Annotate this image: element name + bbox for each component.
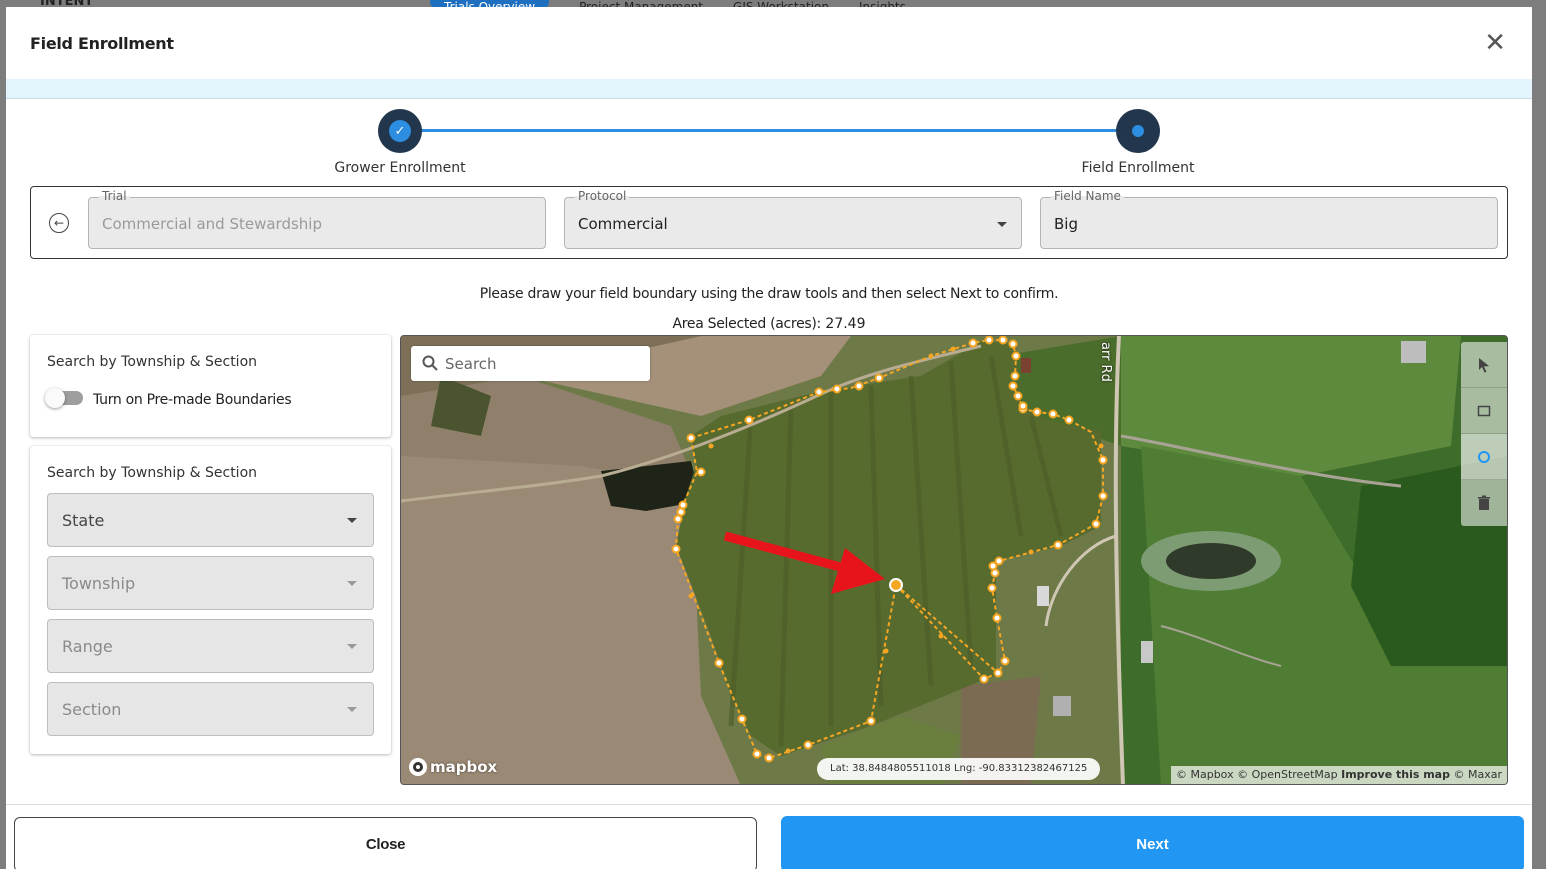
field-enrollment-modal: Field Enrollment ✕ ✓ Grower Enrollment F… [6,7,1532,869]
attribution-osm[interactable]: © OpenStreetMap [1237,768,1338,781]
protocol-value: Commercial [578,215,668,233]
trash-icon [1478,495,1490,510]
township-panel-title: Search by Township & Section [47,465,258,481]
rectangle-tool-button[interactable] [1461,388,1507,434]
polygon-icon [1478,450,1490,463]
stepper-connector [400,129,1138,132]
state-select-value: State [62,511,105,530]
attribution-improve-link[interactable]: Improve this map [1341,768,1450,781]
step-label-field-enrollment: Field Enrollment [1081,160,1195,176]
field-name-input[interactable]: Field Name Big [1040,189,1498,249]
field-info-row: ← Trial Commercial and Stewardship Proto… [30,186,1508,259]
mapbox-logo[interactable]: mapbox [409,758,497,776]
close-button[interactable]: Close [14,817,757,869]
map-canvas[interactable]: arr Rd Search mapbox Lat: 38.84848055110… [400,335,1508,785]
step-label-grower-enrollment: Grower Enrollment [334,160,466,176]
chevron-down-icon [347,644,357,649]
mapbox-logo-text: mapbox [430,758,498,776]
trial-label: Trial [99,189,130,203]
draw-toolbar [1461,342,1507,526]
pointer-icon [1479,357,1489,372]
chevron-down-icon [347,518,357,523]
attribution-maxar[interactable]: © Maxar [1453,768,1502,781]
field-boundary-overlay [671,336,1108,763]
protocol-label: Protocol [575,189,630,203]
township-select[interactable]: Township [47,556,374,610]
range-select-value: Range [62,637,113,656]
map-search-input[interactable] [445,346,645,381]
chevron-down-icon [997,222,1007,227]
section-select[interactable]: Section [47,682,374,736]
area-selected-label: Area Selected (acres): [672,316,821,332]
delete-tool-button[interactable] [1461,480,1507,526]
attribution-mapbox[interactable]: © Mapbox [1176,768,1234,781]
mapbox-icon [409,758,427,776]
step-field-enrollment-dot [1116,109,1160,153]
info-strip [6,79,1532,99]
search-icon [422,355,438,371]
road-label: arr Rd [1098,342,1113,382]
premade-boundaries-panel: Search by Township & Section Turn on Pre… [30,335,391,437]
township-section-panel: Search by Township & Section State Towns… [30,446,391,754]
area-selected-value: 27.49 [825,316,866,332]
chevron-down-icon [347,707,357,712]
premade-boundaries-toggle-label: Turn on Pre-made Boundaries [93,392,292,408]
stepper: ✓ Grower Enrollment Field Enrollment [6,99,1532,183]
modal-header: Field Enrollment ✕ [6,7,1532,79]
trial-field: Trial Commercial and Stewardship [88,189,546,249]
modal-title: Field Enrollment [30,33,174,53]
check-icon: ✓ [389,120,411,142]
red-arrow-annotation [723,531,885,594]
premade-boundaries-toggle[interactable] [45,388,83,408]
field-name-label: Field Name [1051,189,1124,203]
state-select[interactable]: State [47,493,374,547]
footer-divider [6,804,1532,805]
next-button[interactable]: Next [781,816,1524,869]
section-select-value: Section [62,700,122,719]
map-attribution: © Mapbox © OpenStreetMap Improve this ma… [1170,766,1507,784]
step-grower-enrollment-dot: ✓ [378,109,422,153]
trial-value: Commercial and Stewardship [102,215,322,233]
township-select-value: Township [62,574,136,593]
cursor-coordinates: Lat: 38.8484805511018 Lng: -90.833123824… [817,758,1101,780]
polygon-tool-button[interactable] [1461,434,1507,480]
chevron-down-icon [347,581,357,586]
area-selected: Area Selected (acres): 27.49 [6,316,1532,332]
square-icon [1477,405,1491,416]
range-select[interactable]: Range [47,619,374,673]
field-name-value: Big [1054,215,1078,233]
toggle-knob [45,388,65,408]
protocol-select[interactable]: Protocol Commercial [564,189,1022,249]
active-step-icon [1132,125,1144,137]
draw-instructions: Please draw your field boundary using th… [479,286,1059,302]
premade-panel-title: Search by Township & Section [47,354,258,370]
pointer-tool-button[interactable] [1461,342,1507,388]
map-search[interactable] [411,346,650,381]
close-icon[interactable]: ✕ [1484,30,1506,56]
back-arrow-icon[interactable]: ← [49,213,69,233]
